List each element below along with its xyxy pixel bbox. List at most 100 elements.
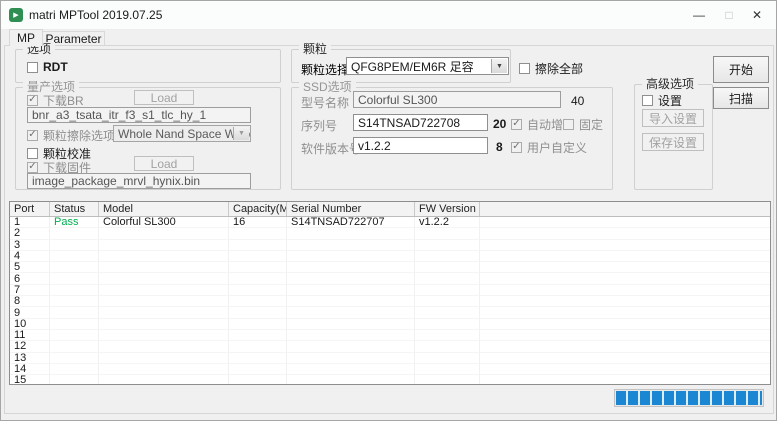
table-row[interactable]: 10	[10, 318, 770, 330]
table-row[interactable]: 2	[10, 228, 770, 240]
start-button[interactable]: 开始	[713, 56, 769, 83]
cell-port: 6	[10, 273, 50, 285]
cell-model	[99, 239, 229, 251]
user-defined-checkbox[interactable]: 用户自定义	[511, 139, 587, 156]
table-row[interactable]: 7	[10, 284, 770, 297]
download-br-checkbox-box	[27, 95, 38, 106]
flash-select-value: QFG8PEM/EM6R 足容	[351, 59, 474, 74]
model-len-value: 40	[571, 94, 585, 108]
cell-fw	[415, 239, 480, 251]
column-header-model[interactable]: Model	[99, 202, 229, 216]
cell-port: 15	[10, 375, 50, 384]
save-settings-button[interactable]: 保存设置	[642, 133, 704, 151]
erase-option-checkbox-box	[27, 130, 38, 141]
table-row[interactable]: 8	[10, 296, 770, 308]
cell-port: 1	[10, 217, 50, 229]
minimize-button[interactable]: —	[684, 1, 714, 28]
column-header-status[interactable]: Status	[50, 202, 99, 216]
table-row[interactable]: 4	[10, 250, 770, 263]
flash-select-dropdown[interactable]: QFG8PEM/EM6R 足容 ▼	[346, 57, 509, 75]
br-file-input[interactable]: bnr_a3_tsata_itr_f3_s1_tlc_hy_1	[27, 107, 251, 123]
cell-model: Colorful SL300	[99, 217, 229, 229]
column-header-fw[interactable]: FW Version	[415, 202, 480, 216]
app-icon: ▶	[9, 8, 23, 22]
table-row[interactable]: 9	[10, 307, 770, 319]
table-row[interactable]: 13	[10, 352, 770, 364]
cell-fw	[415, 250, 480, 263]
table-row[interactable]: 1 Pass Colorful SL300 16 S14TNSAD722707 v1.2.…	[10, 217, 770, 229]
import-settings-button[interactable]: 导入设置	[642, 109, 704, 127]
cell-status	[50, 307, 99, 319]
load-fw-button[interactable]: Load	[134, 156, 194, 171]
model-name-label: 型号名称	[301, 96, 350, 110]
model-name-input[interactable]: Colorful SL300	[353, 91, 561, 108]
scan-button[interactable]: 扫描	[713, 87, 769, 109]
fixed-checkbox[interactable]: 固定	[563, 116, 603, 133]
cell-cap	[229, 250, 287, 263]
cell-serial	[287, 375, 415, 384]
cell-fill	[480, 341, 770, 353]
cell-model	[99, 228, 229, 240]
title-bar: ▶ matri MPTool 2019.07.25 — □ ✕	[1, 1, 776, 30]
erase-all-checkbox-label: 擦除全部	[535, 62, 584, 76]
cell-fw	[415, 307, 480, 319]
cell-model	[99, 307, 229, 319]
cell-model	[99, 341, 229, 353]
fw-version-label: 软件版本号	[301, 142, 362, 156]
serial-input[interactable]: S14TNSAD722708	[353, 114, 488, 131]
table-row[interactable]: 6	[10, 273, 770, 285]
rdt-checkbox[interactable]: RDT	[27, 60, 68, 74]
cell-cap	[229, 329, 287, 342]
cell-fill	[480, 296, 770, 308]
cell-status	[50, 318, 99, 330]
cell-status: Pass	[50, 217, 99, 229]
cell-serial	[287, 341, 415, 353]
cell-fw	[415, 329, 480, 342]
cell-cap	[229, 284, 287, 297]
erase-mode-dropdown[interactable]: Whole Nand Space Without WPE ▼	[113, 125, 251, 142]
erase-all-checkbox[interactable]: 擦除全部	[519, 60, 583, 77]
cell-port: 4	[10, 250, 50, 263]
table-row[interactable]: 5	[10, 262, 770, 274]
cell-model	[99, 363, 229, 376]
cell-cap	[229, 262, 287, 274]
table-row[interactable]: 12	[10, 341, 770, 353]
erase-all-checkbox-box	[519, 63, 530, 74]
cell-status	[50, 228, 99, 240]
cell-cap	[229, 318, 287, 330]
table-row[interactable]: 14	[10, 363, 770, 376]
settings-checkbox[interactable]: 设置	[642, 92, 682, 109]
tab-strip: MP Parameter	[1, 29, 776, 46]
table-row[interactable]: 3	[10, 239, 770, 251]
cell-fw	[415, 296, 480, 308]
column-header-serial[interactable]: Serial Number	[287, 202, 415, 216]
cell-cap	[229, 341, 287, 353]
cell-cap	[229, 228, 287, 240]
app-window: ▶ matri MPTool 2019.07.25 — □ ✕ MP Param…	[0, 0, 777, 421]
load-br-button[interactable]: Load	[134, 90, 194, 105]
tab-mp[interactable]: MP	[9, 29, 43, 46]
cell-serial	[287, 318, 415, 330]
cell-status	[50, 296, 99, 308]
cell-status	[50, 352, 99, 364]
erase-mode-value: Whole Nand Space Without WPE	[118, 126, 250, 141]
cell-status	[50, 341, 99, 353]
cell-cap	[229, 352, 287, 364]
fw-version-input[interactable]: v1.2.2	[353, 137, 488, 154]
cell-serial	[287, 239, 415, 251]
close-button[interactable]: ✕	[742, 1, 772, 28]
table-row[interactable]: 15	[10, 375, 770, 384]
table-row[interactable]: 11	[10, 329, 770, 342]
auto-increment-checkbox-box	[511, 119, 522, 130]
erase-option-checkbox[interactable]: 颗粒擦除选项	[27, 127, 115, 144]
column-header-port[interactable]: Port	[10, 202, 50, 216]
flash-select-label: 颗粒选择	[301, 63, 350, 77]
erase-option-checkbox-label: 颗粒擦除选项	[43, 129, 116, 143]
device-table-body: 1 Pass Colorful SL300 16 S14TNSAD722707 v1.2.…	[10, 217, 770, 384]
fw-file-input[interactable]: image_package_mrvl_hynix.bin	[27, 173, 251, 189]
cell-serial	[287, 363, 415, 376]
column-header-capacity[interactable]: Capacity(MB)	[229, 202, 287, 216]
cell-port: 9	[10, 307, 50, 319]
cell-cap	[229, 363, 287, 376]
cell-port: 11	[10, 329, 50, 342]
